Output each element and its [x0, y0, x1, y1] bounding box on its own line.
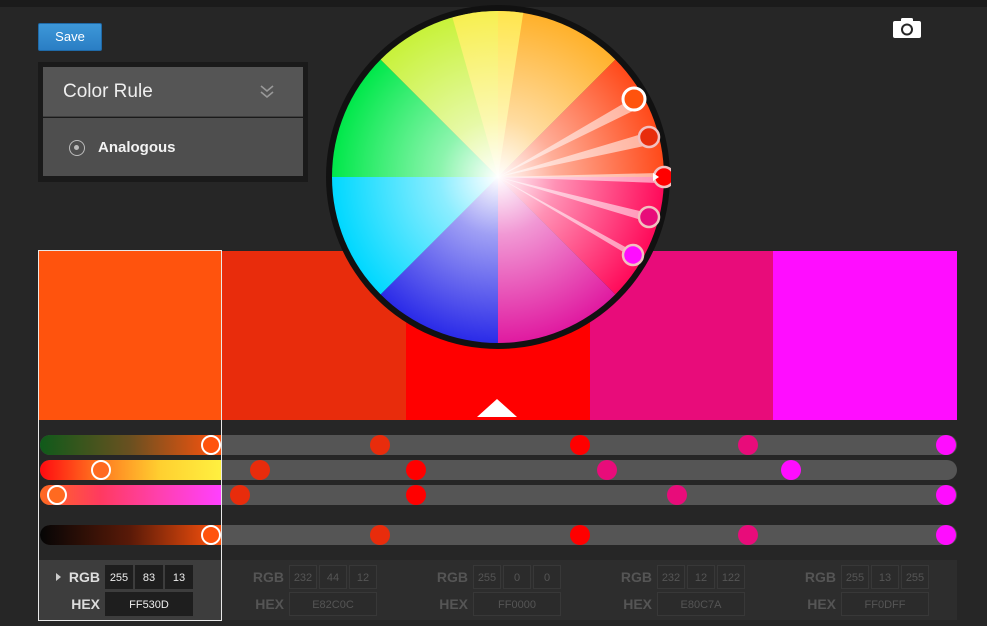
- hex-value[interactable]: E82C0C: [289, 592, 377, 616]
- brightness-slider-gradient[interactable]: [40, 435, 221, 455]
- green-value[interactable]: 44: [319, 565, 347, 589]
- hue-knob-1[interactable]: [91, 460, 111, 480]
- brightness-knob-1[interactable]: [201, 435, 221, 455]
- saturation-slider-gradient[interactable]: [40, 485, 221, 505]
- red-value[interactable]: 255: [473, 565, 501, 589]
- rgb-label: RGB: [620, 569, 652, 585]
- radio-selected-icon[interactable]: [69, 140, 85, 156]
- hex-value[interactable]: FF0DFF: [841, 592, 929, 616]
- color-values-3: RGB 255 0 0 HEX FF0000: [406, 560, 590, 620]
- hue-slider-gradient[interactable]: [40, 460, 221, 480]
- rgb-label: RGB: [252, 569, 284, 585]
- hex-label: HEX: [807, 596, 836, 612]
- color-wheel[interactable]: [326, 5, 671, 350]
- color-values-2: RGB 232 44 12 HEX E82C0C: [222, 560, 406, 620]
- green-value[interactable]: 13: [871, 565, 899, 589]
- swatch-1[interactable]: [39, 251, 222, 420]
- rgb-label: RGB: [436, 569, 468, 585]
- value-knob-4[interactable]: [738, 525, 758, 545]
- red-value[interactable]: 255: [841, 565, 869, 589]
- hex-value[interactable]: FF530D: [105, 592, 193, 616]
- color-values-1: RGB 255 83 13 HEX FF530D: [38, 560, 222, 620]
- wheel-handle-4[interactable]: [637, 205, 661, 229]
- red-value[interactable]: 232: [289, 565, 317, 589]
- hex-label: HEX: [623, 596, 652, 612]
- expand-arrow-icon[interactable]: [56, 573, 61, 581]
- hex-label: HEX: [255, 596, 284, 612]
- swatch-5[interactable]: [773, 251, 957, 420]
- base-color-marker-icon: [477, 399, 517, 417]
- color-rule-option-analogous[interactable]: Analogous: [43, 118, 303, 176]
- saturation-knob-4[interactable]: [667, 485, 687, 505]
- color-values-4: RGB 232 12 122 HEX E80C7A: [590, 560, 774, 620]
- brightness-knob-3[interactable]: [570, 435, 590, 455]
- brightness-knob-5[interactable]: [936, 435, 956, 455]
- value-knob-1[interactable]: [201, 525, 221, 545]
- saturation-knob-3[interactable]: [406, 485, 426, 505]
- blue-value[interactable]: 12: [349, 565, 377, 589]
- value-slider-gradient[interactable]: [40, 525, 221, 545]
- hue-knob-4[interactable]: [597, 460, 617, 480]
- color-values-5: RGB 255 13 255 HEX FF0DFF: [774, 560, 957, 620]
- value-knob-5[interactable]: [936, 525, 956, 545]
- hue-knob-2[interactable]: [250, 460, 270, 480]
- camera-icon[interactable]: [892, 17, 922, 44]
- value-knob-3[interactable]: [570, 525, 590, 545]
- color-rule-panel: Color Rule Analogous: [38, 62, 308, 182]
- green-value[interactable]: 0: [503, 565, 531, 589]
- saturation-knob-1[interactable]: [47, 485, 67, 505]
- color-values-panel: RGB 255 83 13 HEX FF530D RGB 232 44 12 H…: [38, 560, 957, 620]
- hex-label: HEX: [71, 596, 100, 612]
- red-value[interactable]: 232: [657, 565, 685, 589]
- wheel-handle-5[interactable]: [621, 243, 645, 267]
- blue-value[interactable]: 255: [901, 565, 929, 589]
- saturation-knob-2[interactable]: [230, 485, 250, 505]
- red-value[interactable]: 255: [105, 565, 133, 589]
- blue-value[interactable]: 13: [165, 565, 193, 589]
- hex-label: HEX: [439, 596, 468, 612]
- green-value[interactable]: 12: [687, 565, 715, 589]
- blue-value[interactable]: 122: [717, 565, 745, 589]
- color-rule-title: Color Rule: [63, 81, 153, 102]
- hue-knob-3[interactable]: [406, 460, 426, 480]
- save-button[interactable]: Save: [38, 23, 102, 51]
- green-value[interactable]: 83: [135, 565, 163, 589]
- color-rule-header[interactable]: Color Rule: [43, 67, 303, 117]
- hex-value[interactable]: FF0000: [473, 592, 561, 616]
- double-chevron-down-icon[interactable]: [259, 83, 275, 104]
- wheel-handle-2[interactable]: [637, 125, 661, 149]
- rgb-label: RGB: [68, 569, 100, 585]
- brightness-knob-4[interactable]: [738, 435, 758, 455]
- saturation-knob-5[interactable]: [936, 485, 956, 505]
- rgb-label: RGB: [804, 569, 836, 585]
- brightness-knob-2[interactable]: [370, 435, 390, 455]
- blue-value[interactable]: 0: [533, 565, 561, 589]
- color-rule-option-label: Analogous: [98, 139, 176, 156]
- hex-value[interactable]: E80C7A: [657, 592, 745, 616]
- value-knob-2[interactable]: [370, 525, 390, 545]
- hue-knob-5[interactable]: [781, 460, 801, 480]
- wheel-handle-1[interactable]: [621, 86, 647, 112]
